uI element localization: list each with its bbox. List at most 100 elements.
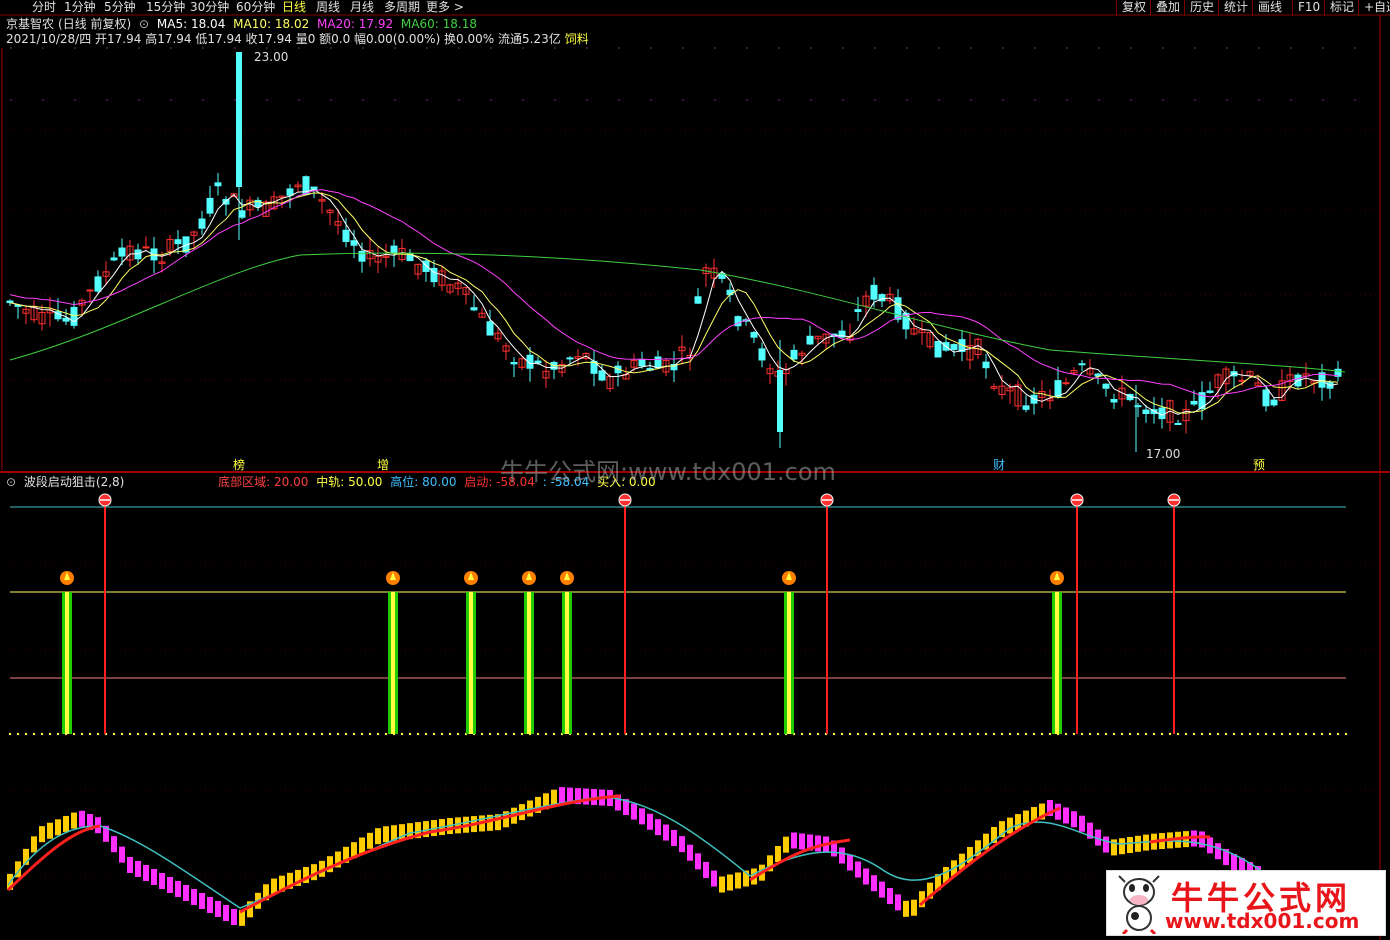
- candle-body: [870, 284, 878, 300]
- dot-line: [112, 732, 116, 736]
- osc-block: [1071, 811, 1077, 828]
- osc-block: [231, 909, 237, 925]
- cow-logo-icon: [1118, 875, 1160, 934]
- dot-line: [144, 732, 148, 736]
- event-mark-yu[interactable]: 预: [1253, 459, 1265, 472]
- osc-block: [183, 885, 189, 901]
- dot-line: [208, 732, 212, 736]
- dot-line: [344, 732, 348, 736]
- dot-line: [216, 732, 220, 736]
- indicator-collapse-icon[interactable]: ⊙: [6, 475, 16, 489]
- candle-body: [1158, 407, 1166, 420]
- dot-line: [1000, 732, 1004, 736]
- candle-body: [654, 356, 662, 369]
- spike-candle: [236, 52, 242, 187]
- dot-line: [312, 732, 316, 736]
- dot-line: [96, 732, 100, 736]
- dot-line: [328, 732, 332, 736]
- candle-body: [758, 348, 766, 361]
- event-mark-cai[interactable]: 财: [993, 459, 1005, 472]
- buy-bar-core: [391, 592, 395, 734]
- dot-line: [304, 732, 308, 736]
- osc-block: [175, 881, 181, 897]
- candle-body: [342, 229, 350, 242]
- indicator-name[interactable]: 波段启动狙击(2,8): [24, 475, 124, 489]
- osc-block: [791, 832, 797, 849]
- event-mark-bang[interactable]: 榜: [233, 459, 245, 472]
- dot-line: [416, 732, 420, 736]
- dot-line: [992, 732, 996, 736]
- dot-line: [864, 732, 868, 736]
- dot-line: [152, 732, 156, 736]
- osc-block: [159, 873, 165, 889]
- dot-line: [1168, 732, 1172, 736]
- ma60-line: [9, 252, 1346, 373]
- param-high: 高位: 80.00: [390, 475, 457, 489]
- osc-block: [119, 846, 125, 863]
- candle-body: [854, 309, 862, 312]
- event-mark-zeng[interactable]: 增: [377, 459, 389, 472]
- dot-line: [424, 732, 428, 736]
- dot-line: [1288, 732, 1292, 736]
- dot-line: [592, 732, 596, 736]
- osc-block: [855, 861, 861, 878]
- dot-line: [1072, 732, 1076, 736]
- dot-line: [888, 732, 892, 736]
- candle-body: [286, 188, 294, 196]
- dot-line: [40, 732, 44, 736]
- dot-line: [1024, 732, 1028, 736]
- candle-body: [94, 276, 102, 292]
- candle-body: [1206, 390, 1214, 393]
- dot-line: [352, 732, 356, 736]
- osc-block: [39, 826, 45, 843]
- osc-block: [1007, 817, 1013, 834]
- candle-body: [206, 197, 214, 214]
- osc-block: [863, 868, 869, 885]
- osc-block: [367, 832, 373, 849]
- osc-block: [703, 861, 709, 878]
- osc-block: [111, 836, 117, 853]
- candle-body: [1262, 389, 1270, 407]
- dot-line: [880, 732, 884, 736]
- dot-line: [1328, 732, 1332, 736]
- candle-body: [1022, 405, 1030, 410]
- dot-line: [504, 732, 508, 736]
- dot-line: [160, 732, 164, 736]
- dot-line: [912, 732, 916, 736]
- dot-line: [1272, 732, 1276, 736]
- osc-block: [687, 844, 693, 861]
- candle-body: [1270, 399, 1278, 406]
- logo-url: www.tdx001.com: [1165, 909, 1360, 933]
- candle-body: [118, 247, 126, 257]
- dot-line: [1136, 732, 1140, 736]
- dot-line: [240, 732, 244, 736]
- dot-line: [1040, 732, 1044, 736]
- candle-body: [70, 306, 78, 326]
- osc-block: [47, 822, 53, 839]
- dot-line: [1224, 732, 1228, 736]
- dot-line: [632, 732, 636, 736]
- candle-body: [174, 239, 182, 245]
- dot-line: [128, 732, 132, 736]
- osc-block: [631, 803, 637, 820]
- osc-block: [143, 865, 149, 881]
- osc-block: [551, 789, 557, 806]
- dot-line: [656, 732, 660, 736]
- dot-line: [296, 732, 300, 736]
- dot-line: [800, 732, 804, 736]
- dot-line: [736, 732, 740, 736]
- dot-line: [1184, 732, 1188, 736]
- candle-body: [510, 362, 518, 365]
- dot-line: [1208, 732, 1212, 736]
- dot-line: [288, 732, 292, 736]
- osc-block: [223, 905, 229, 921]
- dot-line: [376, 732, 380, 736]
- dot-line: [32, 732, 36, 736]
- dot-line: [776, 732, 780, 736]
- osc-block: [31, 836, 37, 853]
- osc-block: [895, 894, 901, 911]
- osc-block: [1231, 854, 1237, 870]
- dot-line: [200, 732, 204, 736]
- candle-body: [390, 245, 398, 254]
- osc-block: [583, 788, 589, 805]
